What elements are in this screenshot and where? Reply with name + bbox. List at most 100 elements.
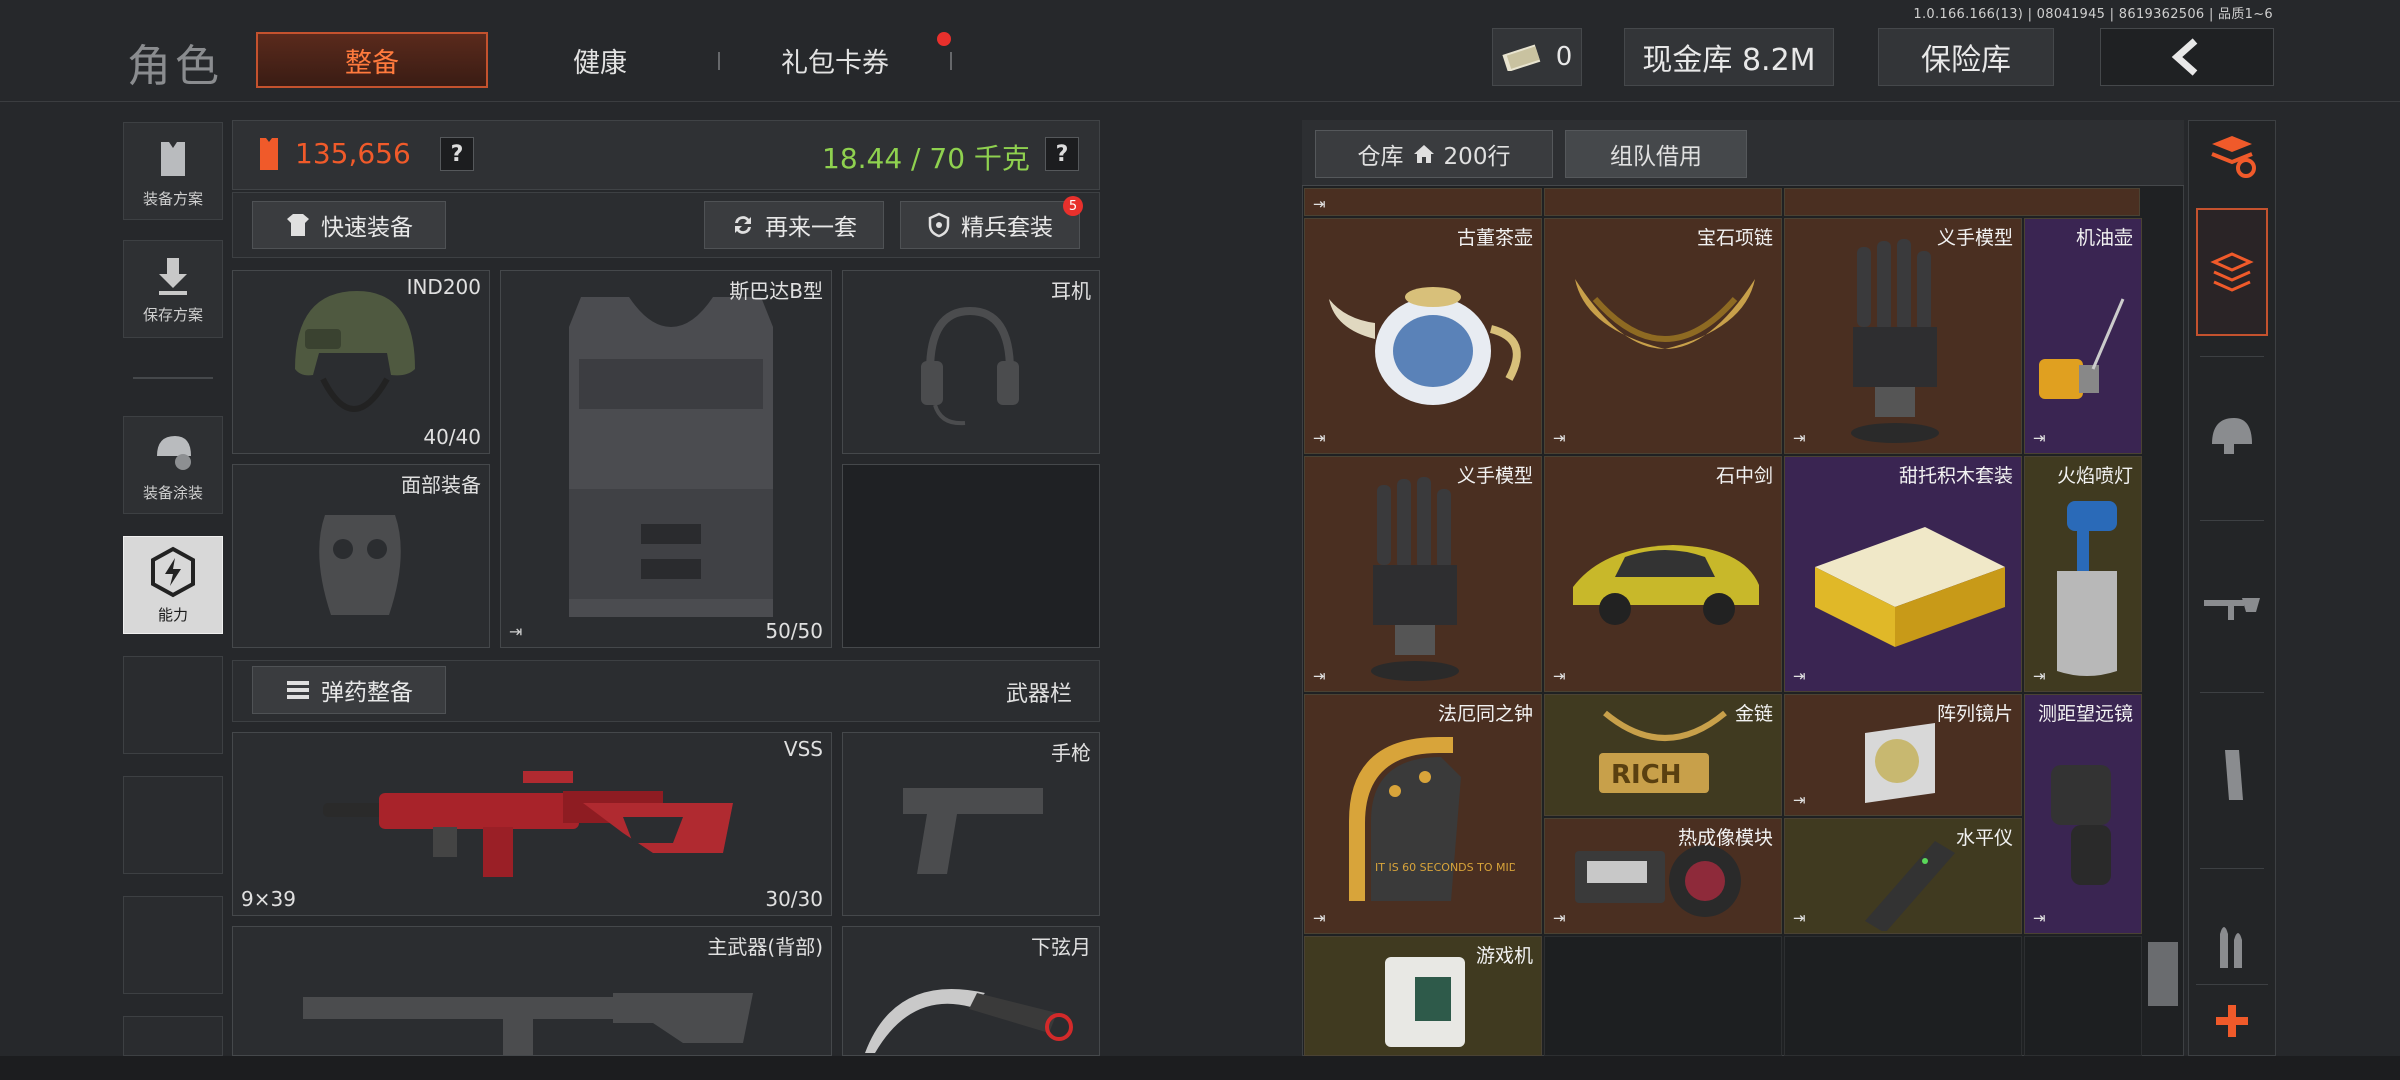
storage-item[interactable]: 水平仪 ⇥ xyxy=(1784,818,2022,934)
insurance-button[interactable]: 保险库 xyxy=(1878,28,2054,86)
vss-rifle-image xyxy=(323,771,733,877)
cash-counter[interactable]: 0 xyxy=(1492,28,1582,86)
item-name: 测距望远镜 xyxy=(2037,703,2133,725)
array-lens-image xyxy=(1865,723,1935,803)
chevron-left-icon xyxy=(2171,38,2198,76)
primary-back-slot[interactable]: 主武器(背部) xyxy=(232,926,832,1056)
sidebar-paint-button[interactable]: 装备涂装 xyxy=(123,416,223,514)
storage-scrollbar[interactable] xyxy=(2148,942,2178,1006)
sports-car-image xyxy=(1573,545,1759,625)
armor-slot[interactable]: 斯巴达B型 ⇥ 50/50 xyxy=(500,270,832,648)
shield-icon xyxy=(928,212,950,238)
category-rifle[interactable] xyxy=(2196,572,2268,644)
oil-can-image xyxy=(2039,298,2125,399)
rifle-name: VSS xyxy=(783,737,823,761)
exit-icon: ⇥ xyxy=(2033,909,2046,927)
ammo-gear-button[interactable]: 弹药整备 xyxy=(252,666,446,714)
weight-help-button[interactable]: ? xyxy=(1045,137,1079,171)
storage-item[interactable]: 测距望远镜 ⇥ xyxy=(2024,694,2142,934)
mask-placeholder-icon xyxy=(319,515,401,615)
storage-item[interactable]: 石中剑 ⇥ xyxy=(1544,456,1782,692)
bottom-strip xyxy=(0,1056,2400,1080)
storage-item[interactable]: RICH 金链 xyxy=(1544,694,1782,816)
storage-cell-partial[interactable] xyxy=(1544,188,1782,216)
helmet-slot[interactable]: IND200 40/40 xyxy=(232,270,490,454)
sidebar-empty-slot xyxy=(123,656,223,754)
filter-divider xyxy=(2200,356,2264,357)
lightning-hex-icon xyxy=(151,546,195,597)
pistol-label: 手枪 xyxy=(1051,741,1091,765)
elite-set-button[interactable]: 精兵套装 xyxy=(900,201,1080,249)
exit-icon: ⇥ xyxy=(1313,667,1326,685)
storage-item[interactable]: 义手模型 ⇥ xyxy=(1304,456,1542,692)
item-name: 宝石项链 xyxy=(1696,227,1773,249)
magazine-icon xyxy=(2225,750,2243,800)
sidebar-empty-slot xyxy=(123,1016,223,1056)
storage-item[interactable]: 甜托积木套装 ⇥ xyxy=(1784,456,2022,692)
tab-health[interactable]: 健康 xyxy=(520,32,680,88)
category-all[interactable] xyxy=(2196,208,2268,336)
sidebar-save-button[interactable]: 保存方案 xyxy=(123,240,223,338)
prosthetic-hand-image xyxy=(1851,239,1939,443)
category-ammo[interactable] xyxy=(2196,910,2268,982)
back-button[interactable] xyxy=(2100,28,2274,86)
necklace-image xyxy=(1575,279,1755,349)
vault-button[interactable]: 现金库 8.2M xyxy=(1624,28,1834,86)
quick-equip-button[interactable]: 快速装备 xyxy=(252,201,446,249)
category-helmet[interactable] xyxy=(2196,400,2268,472)
storage-item[interactable]: 机油壶 ⇥ xyxy=(2024,218,2142,454)
pistol-slot[interactable]: 手枪 xyxy=(842,732,1100,916)
backpack-value-icon xyxy=(260,138,278,170)
notification-dot xyxy=(937,32,951,46)
rifle-slot[interactable]: VSS 9×39 30/30 xyxy=(232,732,832,916)
storage-cell-partial[interactable] xyxy=(1784,188,2140,216)
sidebar-ability-button[interactable]: 能力 xyxy=(123,536,223,634)
storage-item[interactable]: 宝石项链 ⇥ xyxy=(1544,218,1782,454)
tab-gear[interactable]: 整备 xyxy=(256,32,488,88)
sort-button[interactable] xyxy=(2196,120,2268,192)
chain-text: RICH xyxy=(1611,760,1682,790)
exit-icon: ⇥ xyxy=(1313,909,1326,927)
storage-item[interactable]: 古董茶壶 ⇥ xyxy=(1304,218,1542,454)
storage-item[interactable]: 游戏机 xyxy=(1304,936,1542,1056)
vest-icon xyxy=(161,141,185,176)
melee-slot[interactable]: 下弦月 xyxy=(842,926,1100,1056)
spray-gun-image xyxy=(2057,501,2117,676)
headset-label: 耳机 xyxy=(1051,279,1091,303)
armor-name: 斯巴达B型 xyxy=(729,279,823,303)
storage-cell-partial[interactable]: ⇥ xyxy=(1304,188,1542,216)
pistol-placeholder-icon xyxy=(903,788,1043,874)
plus-icon xyxy=(2216,1004,2248,1037)
item-name: 甜托积木套装 xyxy=(1898,465,2013,487)
exit-icon: ⇥ xyxy=(1793,429,1806,447)
tab-warehouse[interactable]: 仓库 200行 xyxy=(1315,130,1553,178)
storage-empty-cell xyxy=(1544,936,1782,1056)
exit-icon: ⇥ xyxy=(1793,667,1806,685)
storage-item[interactable]: 义手模型 ⇥ xyxy=(1784,218,2022,454)
armor-vest-image xyxy=(569,297,773,617)
sidebar-paint-label: 装备涂装 xyxy=(142,483,203,502)
tab-gift[interactable]: 礼包卡券 xyxy=(720,32,950,88)
sort-stack-icon xyxy=(2211,136,2256,178)
storage-item[interactable]: 阵列镜片 ⇥ xyxy=(1784,694,2022,816)
category-magazine[interactable] xyxy=(2196,740,2268,812)
face-slot[interactable]: 面部装备 xyxy=(232,464,490,648)
sidebar-ability-label: 能力 xyxy=(157,605,188,624)
rifle-icon xyxy=(2204,598,2260,620)
again-button[interactable]: 再来一套 xyxy=(704,201,884,249)
add-storage-button[interactable] xyxy=(2196,984,2268,1056)
storage-item[interactable]: 火焰喷灯 ⇥ xyxy=(2024,456,2142,692)
armor-durability: 50/50 xyxy=(765,619,823,643)
page-title: 角色 xyxy=(127,41,223,92)
doomsday-clock-image: IT IS 60 SECONDS TO MIDNIGHT xyxy=(1349,737,1515,901)
storage-item[interactable]: IT IS 60 SECONDS TO MIDNIGHT 法厄同之钟 ⇥ xyxy=(1304,694,1542,934)
value-help-button[interactable]: ? xyxy=(440,137,474,171)
tab-team-borrow[interactable]: 组队借用 xyxy=(1565,130,1747,178)
exit-icon: ⇥ xyxy=(509,622,523,641)
sidebar-plan-button[interactable]: 装备方案 xyxy=(123,122,223,220)
storage-item[interactable]: 热成像模块 ⇥ xyxy=(1544,818,1782,934)
headset-slot[interactable]: 耳机 xyxy=(842,270,1100,454)
helmet-name: IND200 xyxy=(406,275,481,299)
sidebar-divider xyxy=(133,377,213,379)
warehouse-rows: 200行 xyxy=(1443,144,1511,170)
